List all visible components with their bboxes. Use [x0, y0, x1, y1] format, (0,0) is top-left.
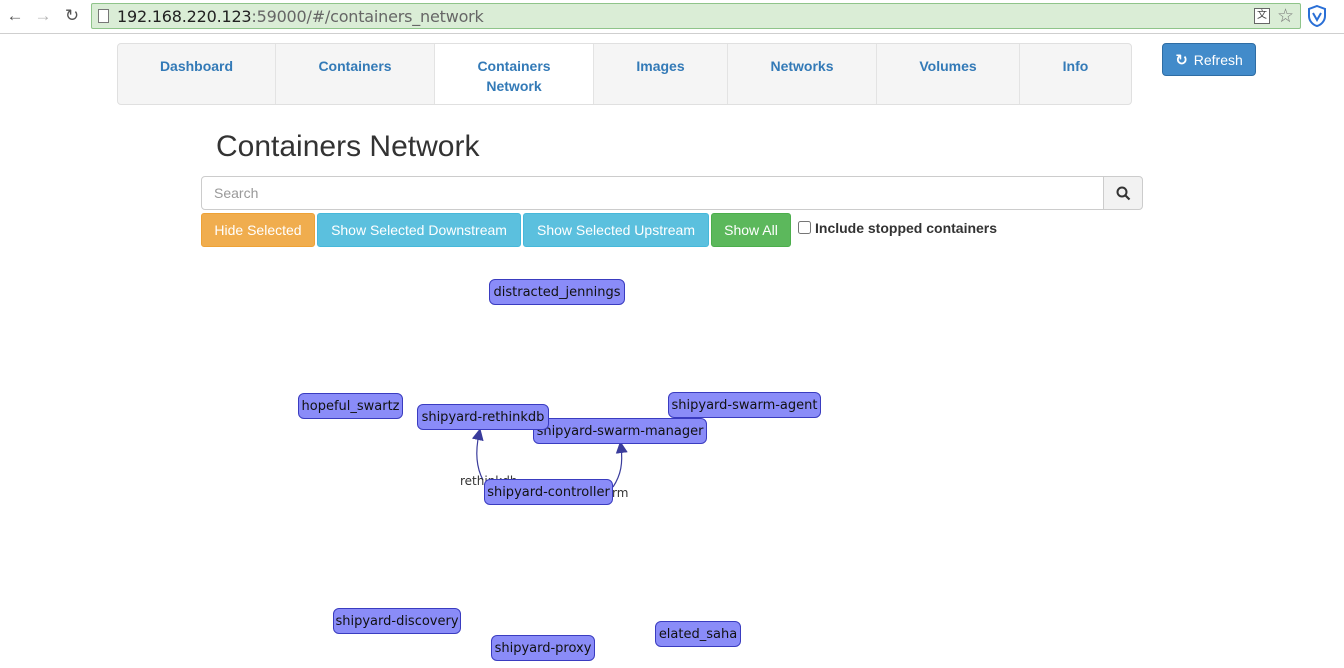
forward-arrow-icon[interactable]: → [32, 5, 54, 27]
shield-extension-icon[interactable] [1307, 5, 1327, 27]
bookmark-star-icon[interactable]: ☆ [1277, 5, 1294, 28]
hide-selected-button[interactable]: Hide Selected [201, 213, 315, 247]
nav-containers[interactable]: Containers [276, 44, 435, 104]
page-icon [98, 9, 109, 23]
include-stopped-label: Include stopped containers [815, 220, 998, 236]
nav-networks[interactable]: Networks [728, 44, 877, 104]
graph-node[interactable]: shipyard-discovery [333, 608, 461, 634]
page-title: Containers Network [216, 130, 480, 163]
nav-containers-network[interactable]: Containers Network [435, 44, 594, 104]
graph-node[interactable]: shipyard-proxy [491, 635, 595, 661]
graph-node[interactable]: distracted_jennings [489, 279, 625, 305]
show-upstream-button[interactable]: Show Selected Upstream [523, 213, 709, 247]
graph-node[interactable]: shipyard-swarm-manager [533, 418, 707, 444]
search-icon [1116, 186, 1130, 200]
edge-controller-swarm-manager [612, 441, 628, 488]
graph-node[interactable]: elated_saha [655, 621, 741, 647]
graph-node[interactable]: hopeful_swartz [298, 393, 403, 419]
refresh-button[interactable]: ↻ Refresh [1162, 43, 1256, 76]
url-text: 192.168.220.123:59000/#/containers_netwo… [117, 7, 484, 26]
graph-node[interactable]: shipyard-controller [484, 479, 613, 505]
graph-node[interactable]: shipyard-swarm-agent [668, 392, 821, 418]
nav-dashboard[interactable]: Dashboard [118, 44, 276, 104]
main-nav: Dashboard Containers Containers Network … [117, 43, 1132, 105]
show-downstream-button[interactable]: Show Selected Downstream [317, 213, 521, 247]
back-arrow-icon[interactable]: ← [4, 5, 26, 27]
graph-node[interactable]: shipyard-rethinkdb [417, 404, 549, 430]
show-all-button[interactable]: Show All [711, 213, 791, 247]
search-input[interactable] [201, 176, 1104, 210]
browser-toolbar: ← → ↻ 192.168.220.123:59000/#/containers… [0, 0, 1344, 34]
translate-icon[interactable]: 文 [1254, 8, 1270, 24]
nav-volumes[interactable]: Volumes [877, 44, 1020, 104]
address-bar[interactable]: 192.168.220.123:59000/#/containers_netwo… [91, 3, 1301, 29]
edge-label-swarm: rm [612, 486, 629, 500]
search-button[interactable] [1103, 176, 1143, 210]
refresh-icon: ↻ [1175, 51, 1188, 69]
include-stopped-checkbox[interactable] [798, 221, 811, 234]
nav-images[interactable]: Images [594, 44, 728, 104]
nav-info[interactable]: Info [1020, 44, 1131, 104]
reload-icon[interactable]: ↻ [61, 5, 83, 27]
